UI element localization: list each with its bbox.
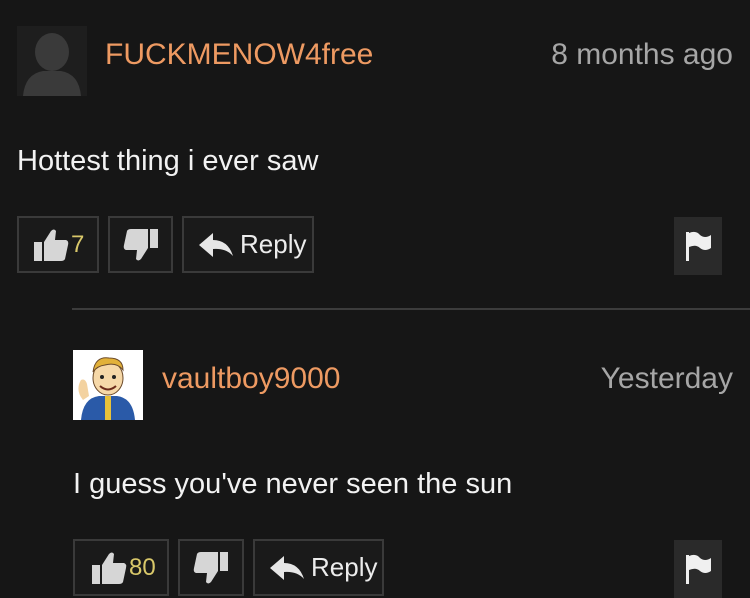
flag-icon — [686, 554, 711, 584]
thumbs-up-icon — [92, 552, 127, 584]
thumbs-up-icon — [34, 229, 69, 261]
comment: FUCKMENOW4free 8 months ago Hottest thin… — [0, 0, 750, 310]
comment-text: I guess you've never seen the sun — [73, 468, 513, 500]
reply-label: Reply — [240, 229, 307, 259]
dislike-button[interactable] — [108, 216, 173, 273]
reply-button[interactable]: Reply — [253, 539, 384, 596]
thumbs-down-icon — [123, 228, 158, 260]
timestamp: Yesterday — [600, 362, 733, 395]
avatar[interactable] — [17, 26, 87, 96]
comment-reply: vaultboy9000 Yesterday I guess you've ne… — [0, 310, 750, 598]
like-count: 7 — [71, 230, 85, 258]
reply-arrow-icon — [199, 232, 233, 257]
vault-boy-avatar — [73, 350, 143, 420]
report-button[interactable] — [674, 217, 722, 275]
reply-label: Reply — [311, 552, 378, 582]
avatar[interactable] — [73, 350, 143, 420]
thumbs-down-icon — [193, 551, 228, 583]
reply-button[interactable]: Reply — [182, 216, 314, 273]
username[interactable]: vaultboy9000 — [162, 362, 340, 396]
timestamp: 8 months ago — [551, 38, 733, 71]
username[interactable]: FUCKMENOW4free — [105, 38, 373, 72]
comment-text: Hottest thing i ever saw — [17, 145, 319, 177]
default-silhouette-icon — [17, 26, 87, 96]
like-count: 80 — [129, 553, 156, 581]
like-button[interactable]: 7 — [17, 216, 99, 273]
reply-arrow-icon — [270, 555, 304, 580]
like-button[interactable]: 80 — [73, 539, 169, 596]
flag-icon — [686, 231, 711, 261]
report-button[interactable] — [674, 540, 722, 598]
dislike-button[interactable] — [178, 539, 244, 596]
